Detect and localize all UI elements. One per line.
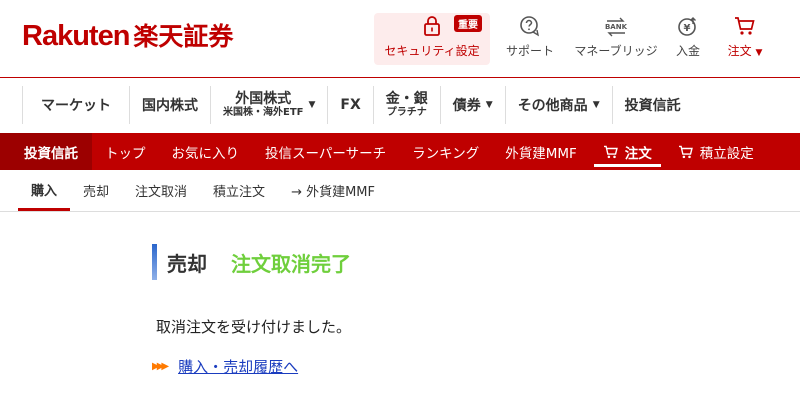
rakuten-logo[interactable]: Rakuten 楽天証券: [22, 17, 233, 53]
sub-nav-ranking[interactable]: ランキング: [399, 133, 492, 170]
tab-buy[interactable]: 購入: [18, 170, 71, 211]
chevron-down-icon: ▼: [485, 100, 493, 110]
chevron-down-icon: ▼: [592, 100, 600, 110]
cart-icon: [678, 145, 694, 159]
nav-investment-trust[interactable]: 投資信託: [611, 86, 693, 124]
important-badge: 重要: [454, 15, 482, 32]
triple-arrow-icon: ▶▶▶: [152, 361, 169, 372]
page-heading: 売却 注文取消完了: [152, 244, 351, 280]
site-header: Rakuten 楽天証券 重要 セキュリティ設定 サポート BANK マネーブリッ…: [0, 0, 800, 78]
tab-cancel-order[interactable]: 注文取消: [122, 170, 200, 211]
lock-icon: [423, 14, 441, 38]
order-tabs: 購入 売却 注文取消 積立注文 → 外貨建MMF: [0, 170, 800, 212]
category-nav: マーケット 国内株式 外国株式 米国株・海外ETF ▼ FX 金・銀 プラチナ 債券…: [22, 86, 800, 124]
page-title: 売却: [167, 251, 207, 276]
support-button[interactable]: サポート: [500, 13, 560, 65]
logo-jp: 楽天証券: [133, 22, 234, 51]
bank-icon-text: BANK: [605, 23, 628, 31]
sub-nav-recurring-settings[interactable]: 積立設定: [665, 133, 767, 170]
deposit-button[interactable]: ¥ 入金: [668, 13, 708, 65]
sub-nav-section[interactable]: 投資信託: [0, 133, 92, 170]
sub-nav-order[interactable]: 注文: [590, 133, 665, 170]
sub-nav-super-search[interactable]: 投信スーパーサーチ: [252, 133, 399, 170]
deposit-icon: ¥: [676, 14, 700, 38]
history-link-row: ▶▶▶ 購入・売却履歴へ: [152, 356, 298, 377]
support-chat-icon: [518, 14, 542, 38]
sub-nav-foreign-mmf[interactable]: 外貨建MMF: [492, 133, 590, 170]
security-settings-label: セキュリティ設定: [384, 44, 480, 58]
support-label: サポート: [505, 44, 554, 58]
sub-nav-favorites[interactable]: お気に入り: [159, 133, 253, 170]
svg-text:¥: ¥: [684, 23, 691, 34]
money-bridge-label: マネーブリッジ: [574, 44, 658, 58]
tab-foreign-mmf[interactable]: → 外貨建MMF: [278, 170, 388, 211]
confirmation-message: 取消注文を受け付けました。: [156, 318, 352, 336]
logo-en: Rakuten: [22, 20, 130, 52]
money-bridge-button[interactable]: BANK マネーブリッジ: [570, 13, 662, 65]
history-link[interactable]: 購入・売却履歴へ: [178, 356, 298, 377]
tab-sell[interactable]: 売却: [70, 170, 122, 211]
tab-recurring-order[interactable]: 積立注文: [200, 170, 278, 211]
nav-fx[interactable]: FX: [327, 86, 372, 124]
deposit-label: 入金: [675, 44, 700, 58]
heading-accent-bar: [152, 244, 157, 280]
nav-gold-silver[interactable]: 金・銀 プラチナ: [372, 86, 440, 124]
order-menu-button[interactable]: 注文 ▼: [720, 13, 770, 65]
bank-transfer-icon: BANK: [603, 14, 629, 38]
chevron-down-icon: ▼: [308, 100, 316, 110]
chevron-down-icon: ▼: [755, 48, 763, 58]
cart-icon: [734, 14, 756, 38]
order-label: 注文: [727, 44, 752, 58]
sub-nav-top[interactable]: トップ: [92, 133, 159, 170]
nav-bonds[interactable]: 債券 ▼: [439, 86, 505, 124]
security-settings-button[interactable]: 重要 セキュリティ設定: [374, 13, 490, 65]
nav-other-products[interactable]: その他商品 ▼: [504, 86, 612, 124]
cart-icon: [603, 145, 619, 159]
status-text: 注文取消完了: [231, 251, 351, 276]
nav-domestic-stocks[interactable]: 国内株式: [129, 86, 210, 124]
nav-foreign-stocks[interactable]: 外国株式 米国株・海外ETF ▼: [210, 86, 327, 124]
nav-market[interactable]: マーケット: [22, 86, 129, 124]
fund-sub-nav: 投資信託 トップ お気に入り 投信スーパーサーチ ランキング 外貨建MMF 注文…: [0, 133, 800, 170]
